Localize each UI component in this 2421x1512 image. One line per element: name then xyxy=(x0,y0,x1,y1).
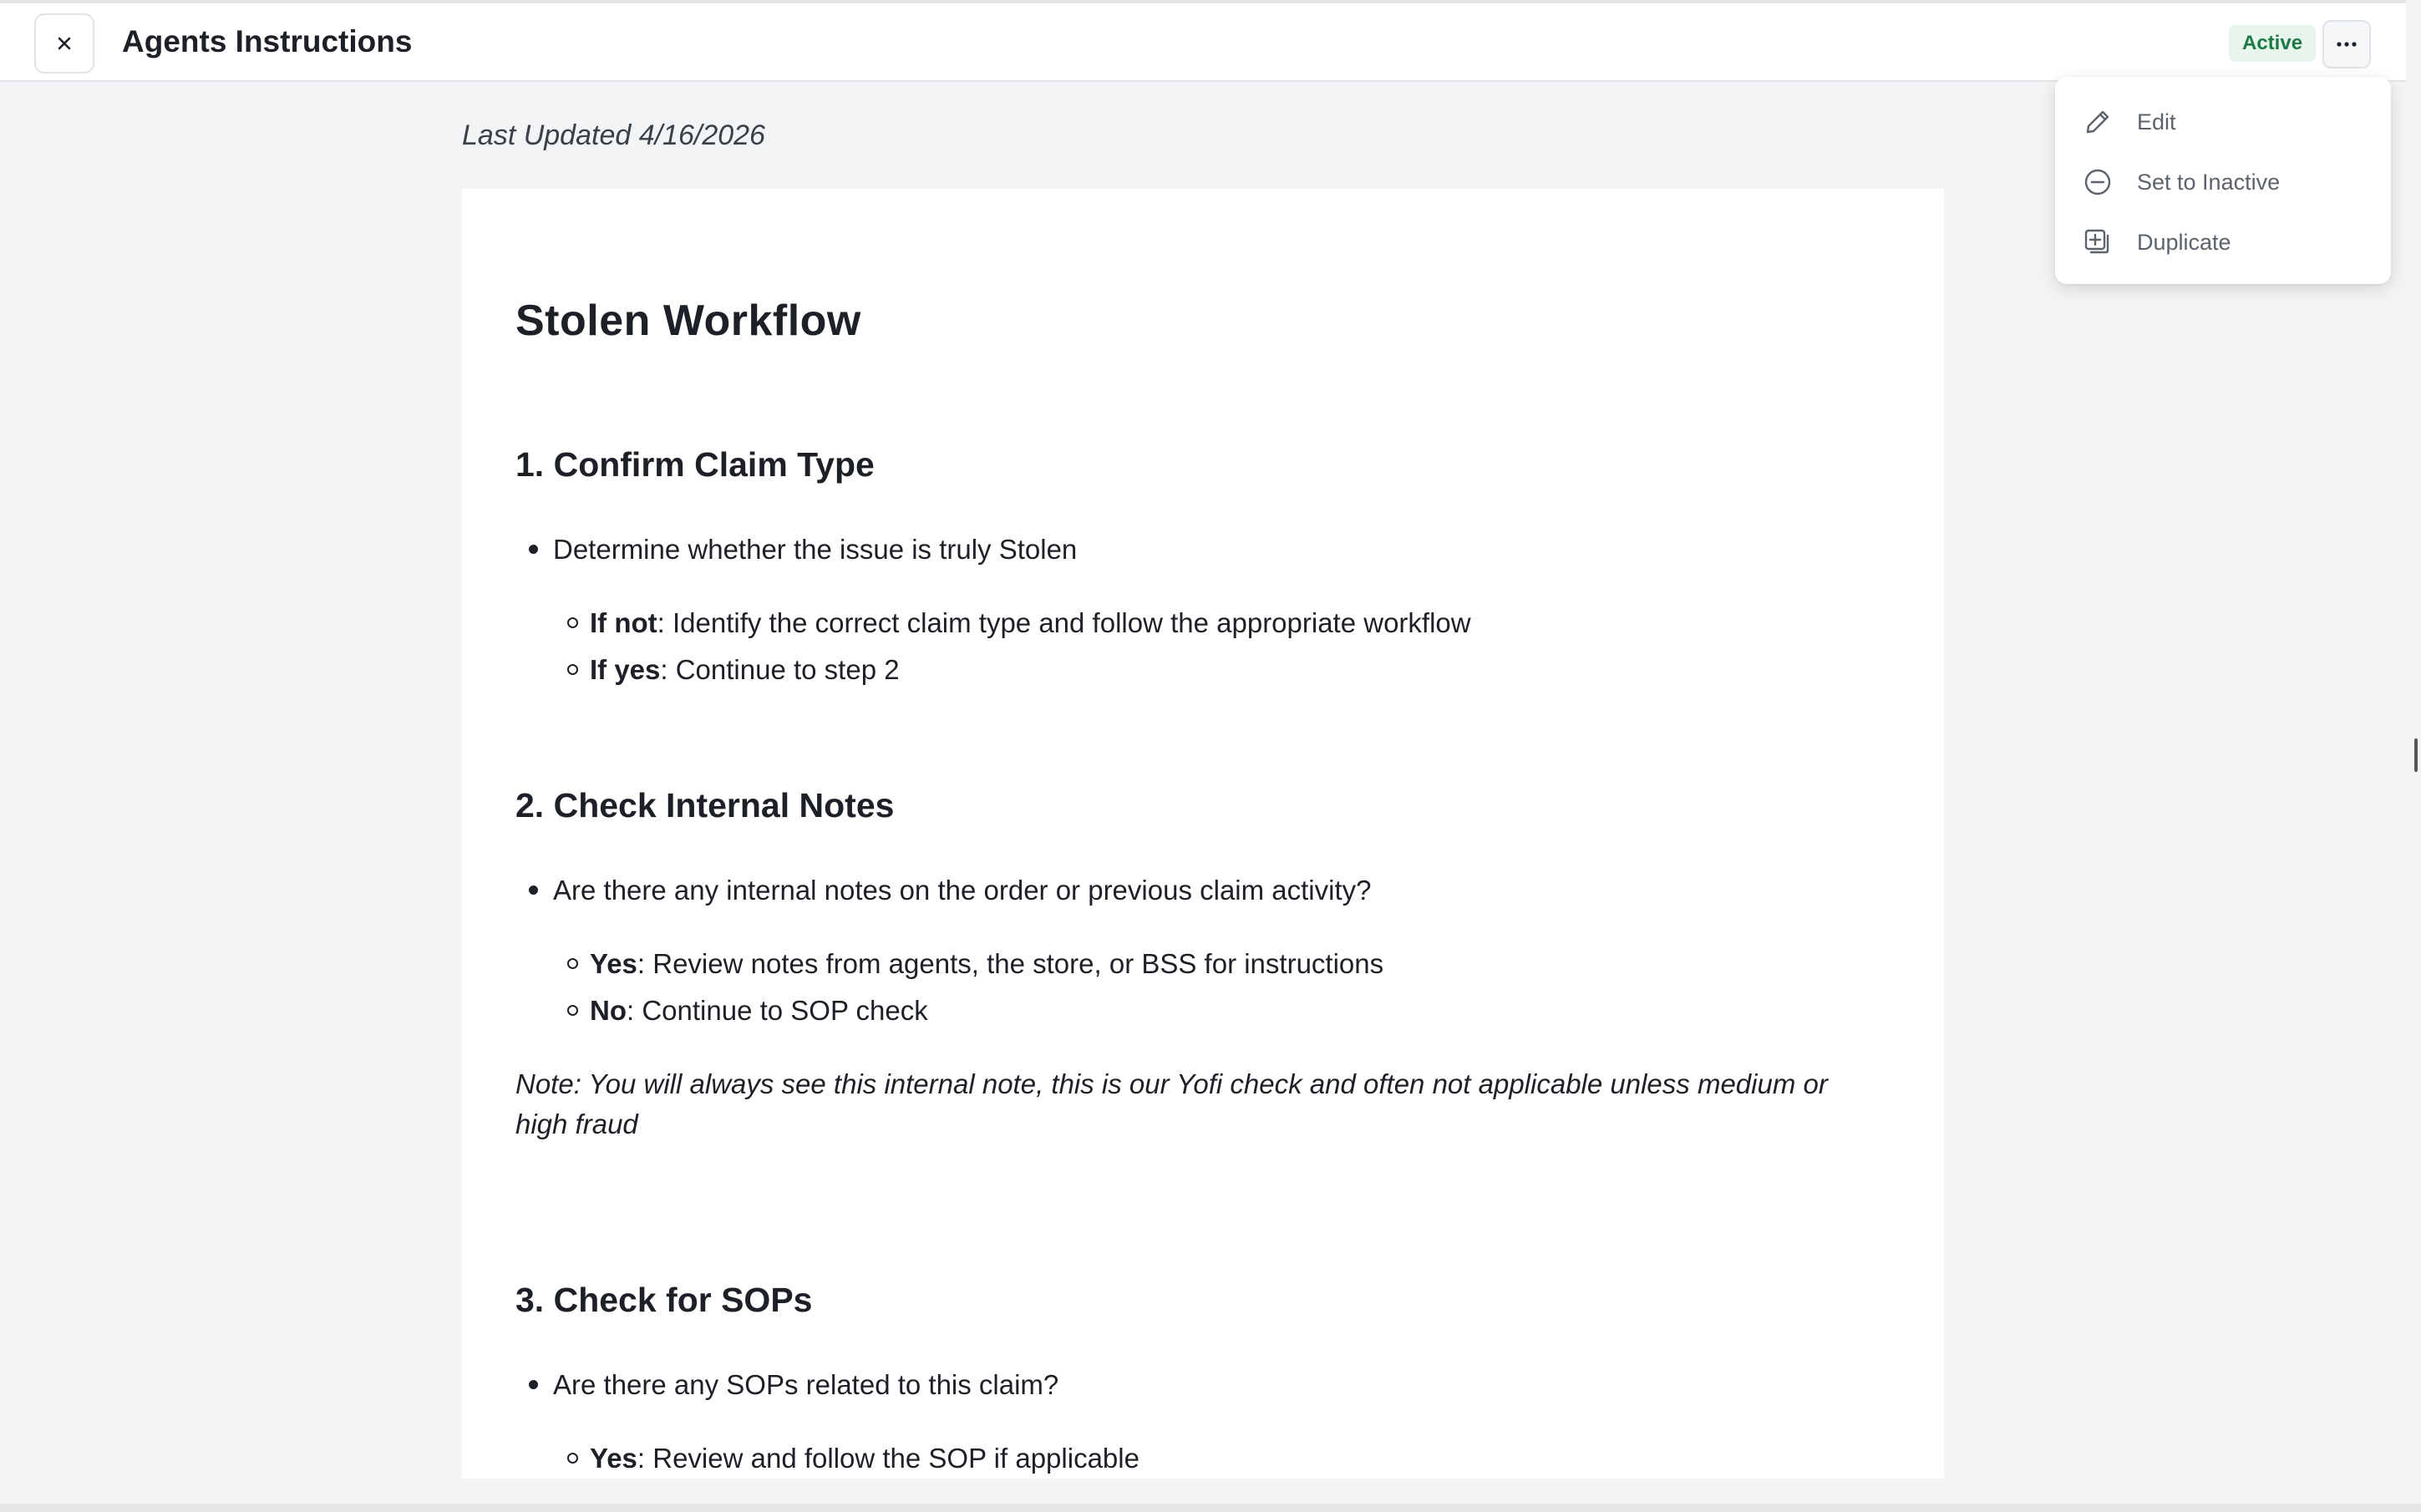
bullet-text: Determine whether the issue is truly Sto… xyxy=(553,534,1078,565)
last-updated-text: Last Updated 4/16/2026 xyxy=(462,119,765,151)
section-heading: 1. Confirm Claim Type xyxy=(515,445,875,484)
close-icon xyxy=(58,37,71,50)
sub-bullet-text: : Continue to SOP check xyxy=(627,995,928,1026)
section-heading: 2. Check Internal Notes xyxy=(515,786,895,824)
bullet-item: Determine whether the issue is truly Sto… xyxy=(529,530,1077,570)
bullet-item: Are there any internal notes on the orde… xyxy=(529,870,1372,911)
sub-bullet-bold: If not xyxy=(590,607,657,638)
bottom-divider xyxy=(0,1504,2421,1512)
sub-bullet-item: Yes: Review notes from agents, the store… xyxy=(567,944,1383,984)
menu-item-edit[interactable]: Edit xyxy=(2055,92,2391,152)
italic-note: Note: You will always see this internal … xyxy=(515,1068,1828,1139)
sub-bullet-ring xyxy=(567,663,578,675)
sub-bullet-text: : Continue to step 2 xyxy=(660,654,900,685)
bullet-dot xyxy=(529,885,538,895)
scrollbar-handle[interactable] xyxy=(2414,738,2418,772)
bullet-dot xyxy=(529,1379,538,1389)
page: Agents Instructions Active Last Updated … xyxy=(0,0,2421,1512)
status-badge: Active xyxy=(2229,25,2317,62)
sub-bullet-ring xyxy=(567,1452,578,1464)
sub-bullet-item: Yes: Review and follow the SOP if applic… xyxy=(567,1438,1139,1479)
more-options-menu: Edit Set to Inactive Duplicate xyxy=(2055,77,2391,284)
sub-bullet-text: : Review notes from agents, the store, o… xyxy=(637,948,1384,979)
sub-bullet-ring xyxy=(567,1004,578,1016)
sub-bullet-bold: If yes xyxy=(590,654,661,685)
menu-item-duplicate[interactable]: Duplicate xyxy=(2055,212,2391,272)
sub-bullet-item: No: Continue to SOP check xyxy=(567,991,928,1031)
sub-bullet-text: : Identify the correct claim type and fo… xyxy=(657,607,1471,638)
sub-bullet-item: If yes: Continue to step 2 xyxy=(567,650,900,690)
more-options-button[interactable] xyxy=(2322,20,2371,68)
sub-bullet-bold: Yes xyxy=(590,1443,637,1474)
document-card: Stolen Workflow 1. Confirm Claim Type De… xyxy=(462,189,1944,1479)
document-title: Stolen Workflow xyxy=(515,297,861,345)
menu-item-label: Set to Inactive xyxy=(2137,169,2281,195)
menu-item-label: Edit xyxy=(2137,109,2176,134)
bullet-text: Are there any SOPs related to this claim… xyxy=(553,1369,1059,1400)
bullet-dot xyxy=(529,544,538,554)
menu-item-label: Duplicate xyxy=(2137,229,2231,255)
header-bar: Agents Instructions Active xyxy=(0,0,2406,82)
minus-circle-icon xyxy=(2082,166,2114,198)
sub-bullet-item: If not: Identify the correct claim type … xyxy=(567,603,1471,643)
duplicate-icon xyxy=(2082,226,2114,258)
sub-bullet-text: : Review and follow the SOP if applicabl… xyxy=(637,1443,1139,1474)
sub-bullet-ring xyxy=(567,957,578,969)
page-title: Agents Instructions xyxy=(122,24,413,58)
close-button[interactable] xyxy=(34,13,94,74)
section-heading: 3. Check for SOPs xyxy=(515,1281,813,1319)
menu-item-set-inactive[interactable]: Set to Inactive xyxy=(2055,152,2391,212)
sub-bullet-bold: No xyxy=(590,995,627,1026)
sub-bullet-ring xyxy=(567,616,578,628)
sub-bullet-bold: Yes xyxy=(590,948,637,979)
bullet-item: Are there any SOPs related to this claim… xyxy=(529,1365,1058,1405)
bullet-text: Are there any internal notes on the orde… xyxy=(553,875,1372,906)
more-horizontal-icon xyxy=(2337,42,2357,47)
pencil-icon xyxy=(2082,106,2114,138)
